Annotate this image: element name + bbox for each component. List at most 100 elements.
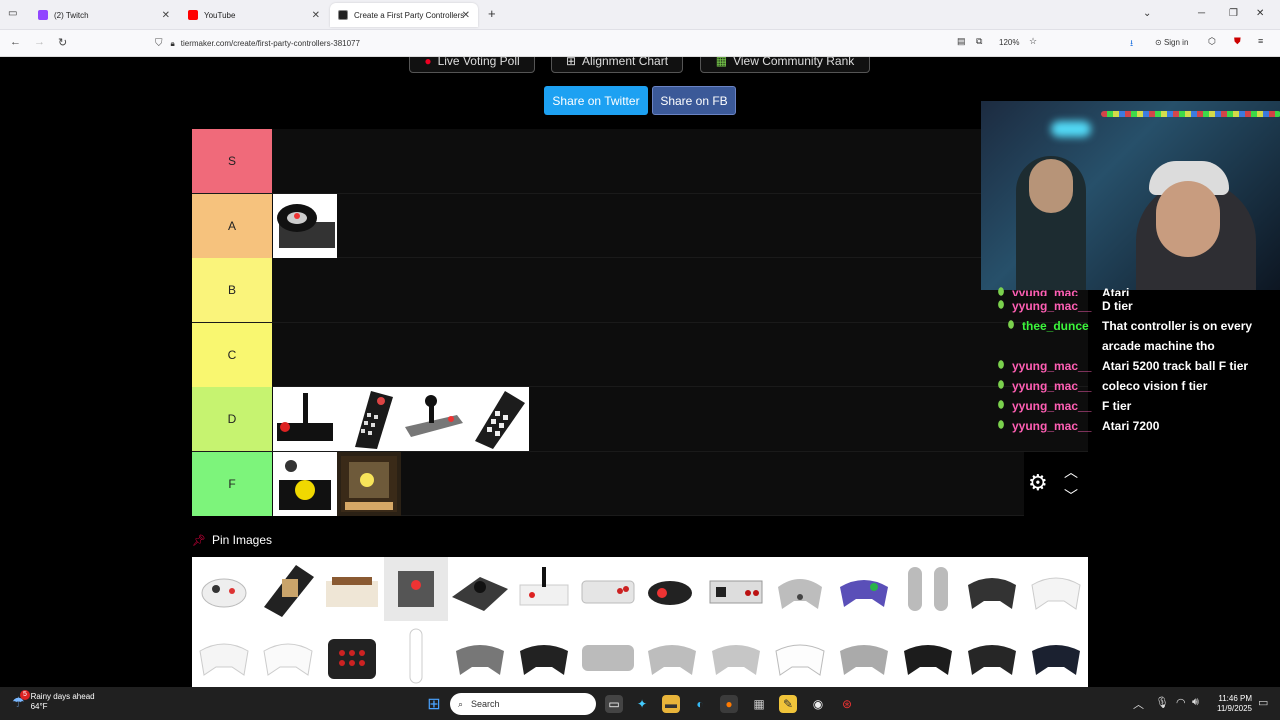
tier-items[interactable] [273, 451, 401, 516]
atari-trackball-image[interactable] [273, 451, 337, 516]
gear-icon[interactable]: ⚙ [1028, 470, 1048, 496]
pool-item[interactable] [896, 623, 960, 687]
pool-item[interactable] [768, 557, 832, 621]
tier-label[interactable]: F [192, 451, 272, 516]
alignment-chart-button[interactable]: ⊞ Alignment Chart [551, 57, 683, 73]
pool-item[interactable] [832, 623, 896, 687]
menu-icon[interactable]: ≡ [1258, 36, 1263, 46]
tab-tiermaker[interactable]: Create a First Party Controllers ✕ [330, 3, 478, 27]
pool-item[interactable] [448, 623, 512, 687]
close-tab-icon[interactable]: ✕ [162, 10, 170, 21]
maximize-button[interactable]: ❐ [1229, 8, 1238, 19]
zoom-level[interactable]: 120% [999, 38, 1019, 47]
forward-arrow-icon[interactable]: → [34, 36, 45, 48]
calculator-icon[interactable]: ▦ [750, 695, 768, 713]
task-view-icon[interactable]: ▭ [605, 695, 623, 713]
tier-label[interactable]: D [192, 387, 272, 451]
windows-start-icon[interactable]: ⊞ [425, 695, 443, 713]
pool-item[interactable] [1024, 623, 1088, 687]
tier-label[interactable]: B [192, 258, 272, 322]
tier-label[interactable]: C [192, 322, 272, 387]
chat-text: F tier [1102, 399, 1132, 413]
taskbar-search[interactable]: ⌕ Search [450, 693, 596, 715]
keypad-controller-image[interactable] [337, 387, 401, 451]
pool-item[interactable] [384, 623, 448, 687]
pool-item[interactable] [320, 623, 384, 687]
move-up-chevron-icon[interactable]: ︿ [1064, 462, 1078, 482]
view-community-rank-button[interactable]: ▦ View Community Rank [700, 57, 870, 73]
pool-item[interactable] [384, 557, 448, 621]
pool-item[interactable] [640, 557, 704, 621]
file-explorer-icon[interactable]: ▬ [662, 695, 680, 713]
pool-item[interactable] [960, 623, 1024, 687]
close-tab-icon[interactable]: ✕ [312, 10, 320, 21]
tier-label[interactable]: A [192, 193, 272, 258]
pool-item[interactable] [448, 557, 512, 621]
flight-stick-image[interactable] [401, 387, 465, 451]
sign-in-button[interactable]: ⊙ Sign in [1155, 38, 1188, 47]
move-down-chevron-icon[interactable]: ﹀ [1064, 486, 1078, 506]
tab-twitch[interactable]: (2) Twitch ✕ [30, 3, 178, 27]
pool-item[interactable] [192, 623, 256, 687]
live-voting-poll-button[interactable]: ● Live Voting Poll [409, 57, 535, 73]
pool-item[interactable] [512, 557, 576, 621]
pool-item[interactable] [704, 557, 768, 621]
app-icon[interactable]: ⊛ [838, 695, 856, 713]
close-tab-icon[interactable]: ✕ [462, 10, 470, 21]
pool-item[interactable] [896, 557, 960, 621]
tier-items[interactable] [273, 193, 337, 258]
obs-icon[interactable]: ◉ [809, 695, 827, 713]
reader-view-icon[interactable]: ▤ [957, 36, 966, 47]
atari-7200-image[interactable] [337, 451, 401, 516]
close-window-button[interactable]: ✕ [1256, 8, 1264, 19]
tab-list-chevron-icon[interactable]: ⌄ [1143, 8, 1151, 19]
new-tab-button[interactable]: + [488, 6, 496, 21]
pool-item[interactable] [256, 623, 320, 687]
tray-overflow-chevron-icon[interactable]: ︿ [1133, 696, 1144, 712]
microphone-icon[interactable]: 🎙︎ [1155, 696, 1169, 709]
coleco-keypad-image[interactable] [465, 387, 529, 451]
tab-youtube[interactable]: YouTube ✕ [180, 3, 328, 27]
minimize-button[interactable]: ─ [1198, 8, 1205, 19]
volume-icon[interactable]: 🔊︎ [1192, 696, 1199, 709]
pool-item[interactable] [512, 623, 576, 687]
pool-item[interactable] [320, 557, 384, 621]
pool-item[interactable] [704, 623, 768, 687]
sticky-notes-icon[interactable]: ✎ [779, 695, 797, 713]
ublock-icon[interactable]: ⛊ [1234, 36, 1241, 47]
tier-items[interactable] [273, 387, 529, 451]
notifications-icon[interactable]: ▭ [1258, 696, 1268, 709]
pool-item[interactable] [576, 557, 640, 621]
firefox-icon[interactable]: ● [720, 695, 738, 713]
pool-item[interactable] [768, 623, 832, 687]
pool-item[interactable] [832, 557, 896, 621]
clock[interactable]: 11:46 PM 11/9/2025 [1206, 694, 1252, 714]
reload-icon[interactable]: ↻ [58, 36, 67, 49]
tier-label[interactable]: S [192, 129, 272, 193]
back-arrow-icon[interactable]: ← [10, 36, 21, 48]
badge-icon: ⬮ [997, 420, 1005, 431]
edge-icon[interactable]: ◐ [691, 695, 709, 713]
tab-title: Create a First Party Controllers [354, 10, 464, 20]
copilot-icon[interactable]: ✦ [633, 695, 651, 713]
pool-item[interactable] [1024, 557, 1088, 621]
tab-overview-icon[interactable]: ▭ [8, 8, 17, 19]
bookmark-star-icon[interactable]: ☆ [1029, 36, 1037, 47]
pin-images-toggle[interactable]: 📌︎ Pin Images [192, 533, 272, 547]
share-twitter-button[interactable]: Share on Twitter [544, 86, 648, 115]
extensions-icon[interactable]: ⬡ [1208, 36, 1216, 47]
screenshot-icon[interactable]: ⧉ [976, 36, 982, 47]
download-icon[interactable]: ⭳ [1130, 36, 1133, 52]
atari-joystick-image[interactable] [273, 387, 337, 451]
pool-item[interactable] [960, 557, 1024, 621]
unranked-image-pool[interactable] [192, 557, 1088, 687]
pool-item[interactable] [576, 623, 640, 687]
steering-wheel-controller-image[interactable] [273, 193, 337, 258]
pool-item[interactable] [640, 623, 704, 687]
weather-widget[interactable]: ☂ 5 Rainy days ahead 64°F [12, 690, 95, 712]
pool-item[interactable] [192, 557, 256, 621]
pool-item[interactable] [256, 557, 320, 621]
share-fb-button[interactable]: Share on FB [652, 86, 736, 115]
address-bar[interactable]: ⛉ 🔒︎ tiermaker.com/create/first-party-co… [155, 34, 945, 53]
wifi-icon[interactable]: ◠ [1176, 696, 1186, 709]
